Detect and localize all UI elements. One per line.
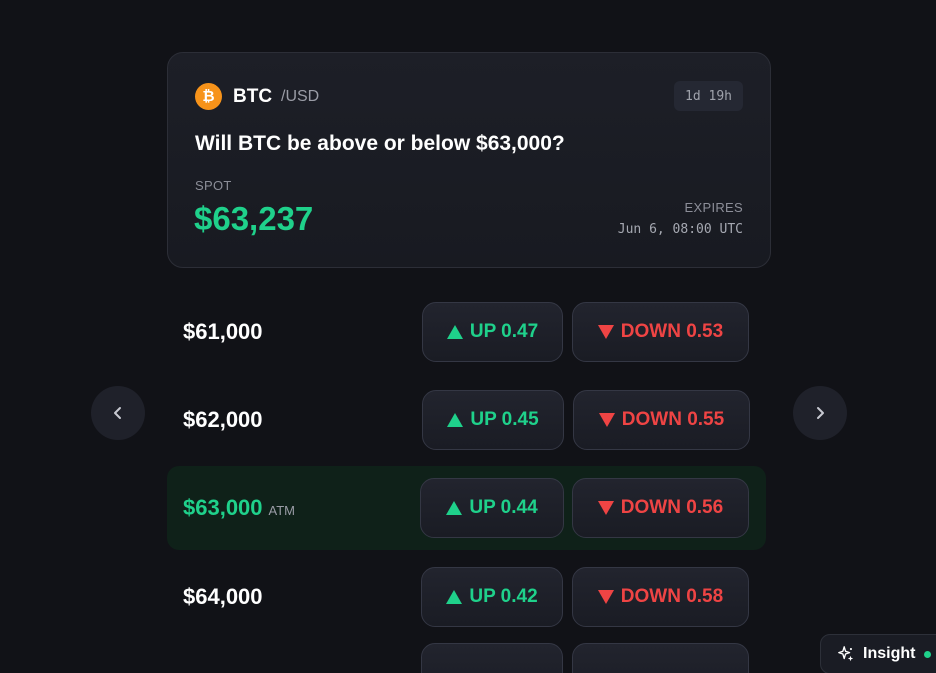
up-label: UP 0.42 [469,586,538,607]
down-label: DOWN 0.56 [620,497,724,518]
market-question: Will BTC be above or below $63,000? [195,132,565,155]
chevron-right-icon [817,407,824,419]
strike-value: $63,000 [183,495,263,520]
status-dot [924,650,932,658]
prev-button[interactable] [91,386,145,440]
expires-value: Jun 6, 08:00 UTC [617,222,743,237]
market-page: ₿ BTC /USD 1d 19h Will BTC be above or b… [0,0,936,673]
up-triangle-icon [447,413,464,427]
strike-price: $62,000 [183,407,263,433]
strike-row: $61,000 UP 0.47 DOWN 0.53 [167,290,766,374]
buy-down-button[interactable]: DOWN 0.55 [573,390,750,450]
strike-value: $62,000 [183,407,263,432]
strike-price: $63,000 ATM [183,495,295,521]
buy-down-button[interactable]: DOWN 0.53 [572,302,749,362]
market-card: ₿ BTC /USD 1d 19h Will BTC be above or b… [167,52,771,268]
buy-down-button[interactable]: DOWN 0.58 [572,567,749,627]
up-label: UP 0.44 [469,497,538,518]
insight-label: Insight [863,645,916,662]
time-left-badge: 1d 19h [674,81,743,111]
buy-up-button[interactable] [421,643,563,673]
strike-value: $61,000 [183,319,263,344]
down-label: DOWN 0.58 [620,586,724,607]
ticker: BTC [233,86,273,107]
buy-up-button[interactable]: UP 0.42 [421,567,563,627]
up-triangle-icon [446,325,463,339]
strike-row: $62,000 UP 0.45 DOWN 0.55 [167,378,766,462]
buy-down-button[interactable]: DOWN 0.56 [572,478,749,538]
strike-row: $64,000 UP 0.42 DOWN 0.58 [167,555,766,639]
pair: /USD [281,88,320,105]
buy-up-button[interactable]: UP 0.47 [422,302,563,362]
up-label: UP 0.47 [469,321,539,342]
buy-down-button[interactable] [572,643,749,673]
sparkle-icon [838,646,854,662]
insight-button[interactable]: Insight [820,634,936,673]
down-label: DOWN 0.53 [620,321,724,342]
down-triangle-icon [597,501,614,515]
down-triangle-icon [598,413,615,427]
bitcoin-icon: ₿ [195,83,222,110]
chevron-left-icon [114,407,121,419]
strike-price: $61,000 [183,319,263,345]
spot-label: SPOT [195,178,232,193]
down-label: DOWN 0.55 [621,409,725,430]
strike-price: $64,000 [183,584,263,610]
up-triangle-icon [446,590,463,604]
expires-label: EXPIRES [684,200,743,215]
up-triangle-icon [446,501,463,515]
next-button[interactable] [793,386,847,440]
down-triangle-icon [597,325,614,339]
strike-row [167,643,766,673]
atm-tag: ATM [268,503,296,518]
up-label: UP 0.45 [470,409,539,430]
strike-value: $64,000 [183,584,263,609]
buy-up-button[interactable]: UP 0.44 [420,478,564,538]
strike-row-atm: $63,000 ATM UP 0.44 DOWN 0.56 [167,466,766,550]
spot-price: $63,237 [194,200,314,237]
buy-up-button[interactable]: UP 0.45 [422,390,564,450]
down-triangle-icon [597,590,614,604]
